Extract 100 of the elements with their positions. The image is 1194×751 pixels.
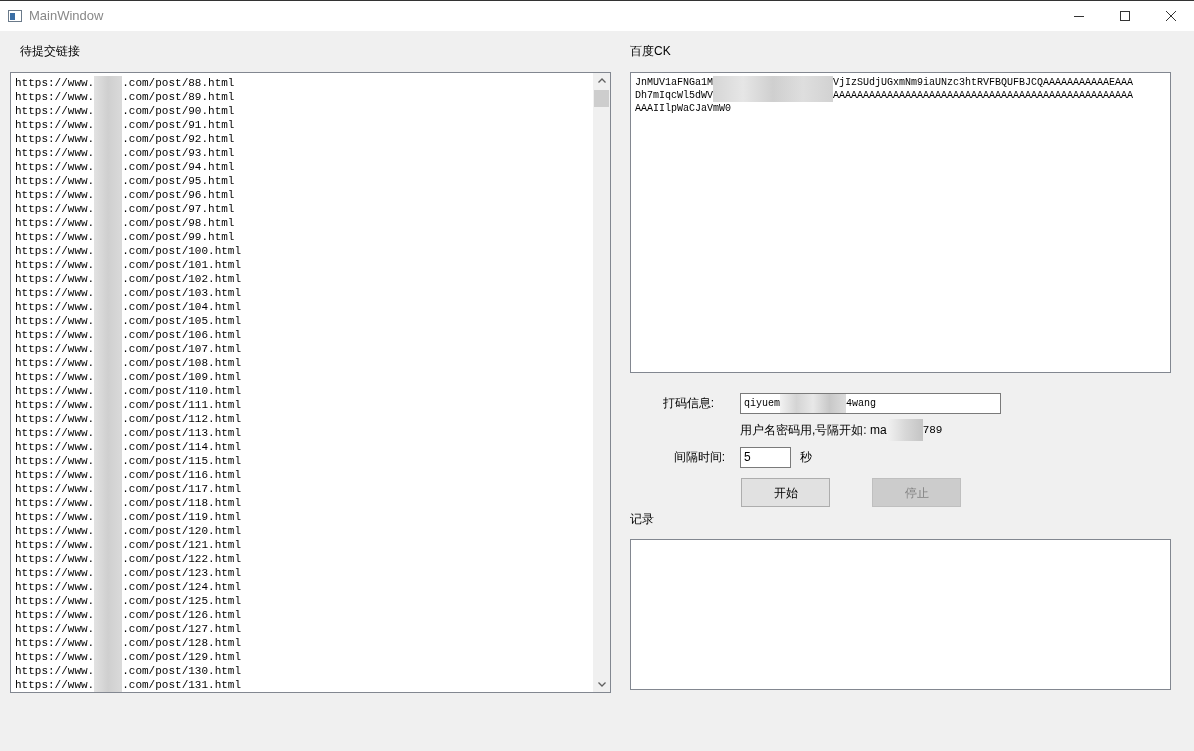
hint-text: 789 xyxy=(922,422,943,438)
link-text: https://www. xyxy=(15,622,95,636)
link-text: .com/post/104.html xyxy=(122,300,242,314)
link-text: .com/post/109.html xyxy=(122,370,242,384)
link-text: https://www. xyxy=(15,286,95,300)
link-text: https://www. xyxy=(15,272,95,286)
link-text: .com/post/131.html xyxy=(122,678,242,692)
link-text: .com/post/99.html xyxy=(122,230,235,244)
redaction-blur xyxy=(94,678,123,692)
minimize-icon xyxy=(1074,15,1084,17)
link-text: .com/post/130.html xyxy=(122,664,242,678)
close-icon xyxy=(1166,11,1176,21)
link-text: .com/post/103.html xyxy=(122,286,242,300)
link-text: https://www. xyxy=(15,510,95,524)
cookie-text: AAAIIlpWaCJaVmW0 xyxy=(635,102,731,115)
link-text: https://www. xyxy=(15,146,95,160)
link-text: https://www. xyxy=(15,440,95,454)
link-text: https://www. xyxy=(15,244,95,258)
link-text: .com/post/119.html xyxy=(122,510,242,524)
link-text: https://www. xyxy=(15,314,95,328)
link-text: .com/post/93.html xyxy=(122,146,235,160)
interval-field[interactable]: 5 xyxy=(740,446,791,468)
maximize-icon xyxy=(1120,11,1130,21)
link-text: https://www. xyxy=(15,398,95,412)
link-text: https://www. xyxy=(15,300,95,314)
link-text: .com/post/129.html xyxy=(122,650,242,664)
link-text: https://www. xyxy=(15,356,95,370)
link-text: https://www. xyxy=(15,342,95,356)
link-text: https://www. xyxy=(15,468,95,482)
link-text: .com/post/96.html xyxy=(122,188,235,202)
link-text: .com/post/92.html xyxy=(122,132,235,146)
link-text: https://www. xyxy=(15,650,95,664)
link-text: https://www. xyxy=(15,594,95,608)
link-text: .com/post/102.html xyxy=(122,272,242,286)
link-text: .com/post/125.html xyxy=(122,594,242,608)
link-text: https://www. xyxy=(15,132,95,146)
link-text: https://www. xyxy=(15,90,95,104)
panel-label: 待提交链接 xyxy=(20,43,81,60)
scroll-thumb[interactable] xyxy=(594,90,609,107)
link-text: .com/post/127.html xyxy=(122,622,242,636)
link-text: .com/post/114.html xyxy=(122,440,242,454)
link-text: .com/post/91.html xyxy=(122,118,235,132)
link-text: https://www. xyxy=(15,328,95,342)
link-text: .com/post/122.html xyxy=(122,552,242,566)
scroll-up-icon[interactable] xyxy=(597,78,606,83)
link-text: .com/post/95.html xyxy=(122,174,235,188)
link-text: .com/post/123.html xyxy=(122,566,242,580)
link-list[interactable] xyxy=(10,72,611,693)
link-text: .com/post/115.html xyxy=(122,454,242,468)
captcha-field[interactable]: qiyuem 4wang xyxy=(740,392,1001,414)
link-text: .com/post/121.html xyxy=(122,538,242,552)
link-text: https://www. xyxy=(15,160,95,174)
link-text: https://www. xyxy=(15,552,95,566)
link-text: https://www. xyxy=(15,454,95,468)
link-text: .com/post/94.html xyxy=(122,160,235,174)
field-label: 间隔时间: xyxy=(672,449,725,466)
link-text: https://www. xyxy=(15,104,95,118)
link-text: .com/post/88.html xyxy=(122,76,235,90)
link-text: https://www. xyxy=(15,188,95,202)
link-text: https://www. xyxy=(15,202,95,216)
cookie-text: AAAAAAAAAAAAAAAAAAAAAAAAAAAAAAAAAAAAAAAAAAAAAAAAAA xyxy=(833,89,1134,102)
link-text: https://www. xyxy=(15,258,95,272)
link-text: .com/post/128.html xyxy=(122,636,242,650)
link-text: https://www. xyxy=(15,412,95,426)
link-text: .com/post/117.html xyxy=(122,482,242,496)
link-text: https://www. xyxy=(15,482,95,496)
action-button[interactable]: 开始 xyxy=(741,478,830,507)
link-text: https://www. xyxy=(15,678,95,692)
link-text: .com/post/106.html xyxy=(122,328,242,342)
link-text: .com/post/108.html xyxy=(122,356,242,370)
link-text: .com/post/90.html xyxy=(122,104,235,118)
link-text: https://www. xyxy=(15,608,95,622)
link-text: https://www. xyxy=(15,230,95,244)
link-text: .com/post/120.html xyxy=(122,524,242,538)
panel-label: 记录 xyxy=(630,511,655,528)
link-text: .com/post/116.html xyxy=(122,468,242,482)
link-text: https://www. xyxy=(15,636,95,650)
link-text: .com/post/105.html xyxy=(122,314,242,328)
link-text: .com/post/100.html xyxy=(122,244,242,258)
log-text-area[interactable] xyxy=(630,539,1171,690)
cookie-text: Dh7mIqcWl5dWV xyxy=(635,89,713,102)
cookie-text: JnMUV1aFNGa1M xyxy=(635,76,713,89)
link-text: .com/post/98.html xyxy=(122,216,235,230)
link-text: .com/post/113.html xyxy=(122,426,242,440)
link-text: .com/post/107.html xyxy=(122,342,242,356)
link-text: .com/post/111.html xyxy=(122,398,242,412)
link-text: https://www. xyxy=(15,664,95,678)
link-text: .com/post/126.html xyxy=(122,608,242,622)
link-text: https://www. xyxy=(15,426,95,440)
panel-label: 百度CK xyxy=(630,43,672,60)
scroll-down-icon[interactable] xyxy=(597,682,606,687)
link-text: https://www. xyxy=(15,566,95,580)
scrollbar[interactable] xyxy=(593,73,610,692)
app-icon xyxy=(8,10,22,22)
link-text: .com/post/89.html xyxy=(122,90,235,104)
cookie-text-area[interactable]: JnMUV1aFNGa1M VjIzSUdjUGxmNm9iaUNzc3htRVFBQUFBJCQAAAAAAAAAAAEAAA Dh7mIqcWl5dWV AAAAAAAAAAAAAAAAAAAAAAAAAAAAAAAAAAAAAAAAAAAAAAAAAA AAAIIlpWaCJaVmW0 xyxy=(630,72,1171,373)
window-title: MainWindow xyxy=(29,7,104,26)
redaction-blur xyxy=(780,393,846,413)
link-text: https://www. xyxy=(15,384,95,398)
link-text: .com/post/112.html xyxy=(122,412,242,426)
